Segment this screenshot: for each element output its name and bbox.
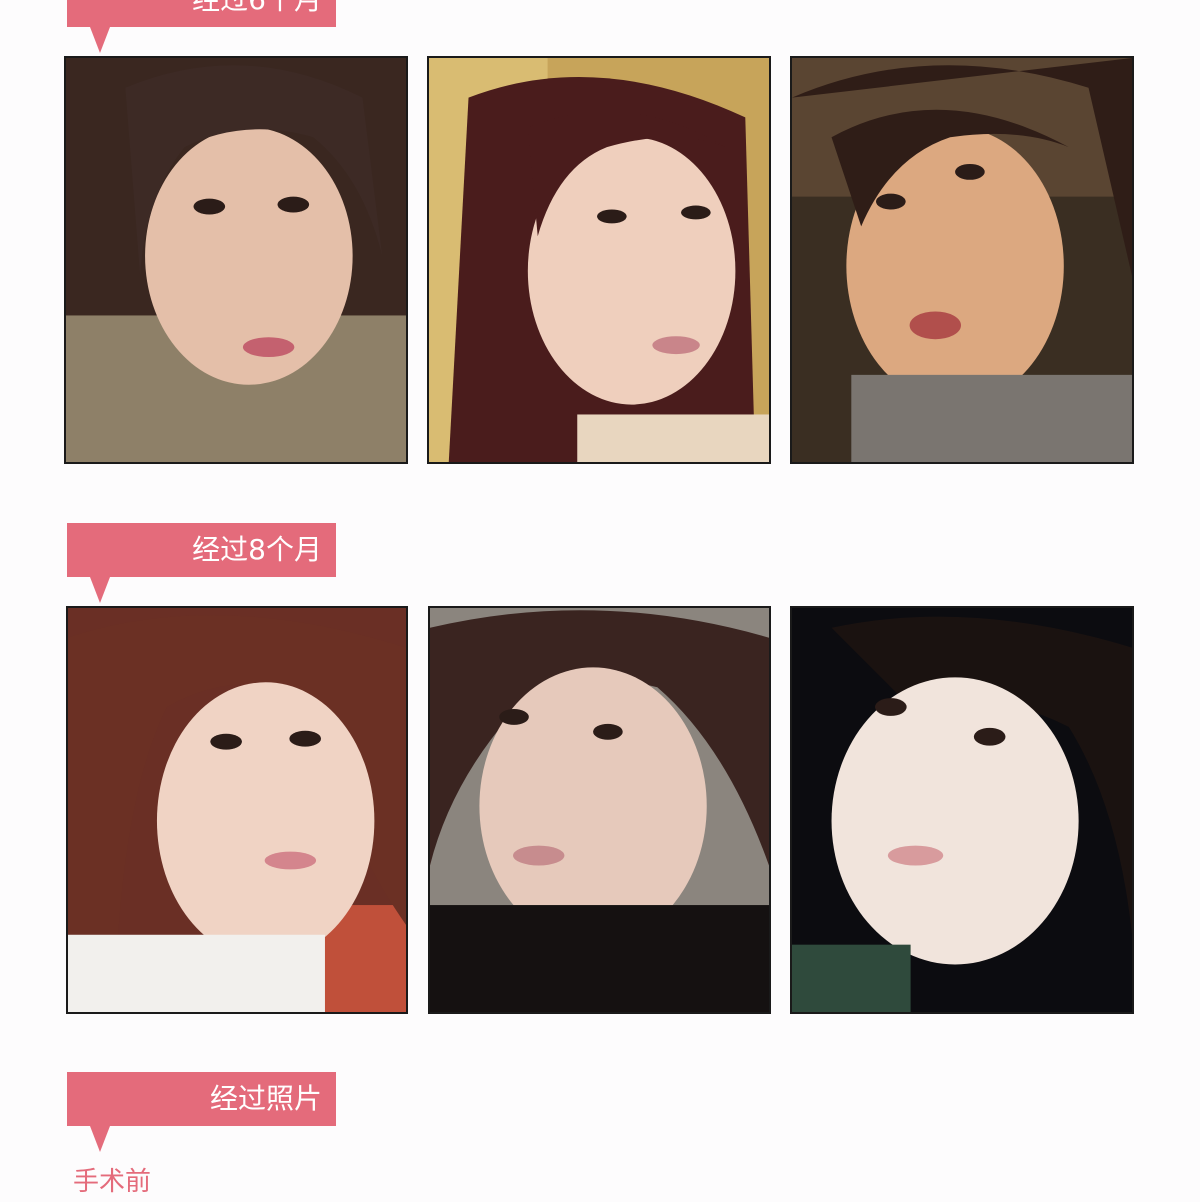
section-tag-6-months: 经过6个月: [67, 0, 336, 27]
before-surgery-caption: 手术前: [73, 1167, 152, 1197]
photo-8-months-2: [428, 606, 771, 1014]
photo-6-months-1: [64, 56, 408, 464]
section-tag-tail: [90, 577, 110, 603]
photo-6-months-2: [427, 56, 771, 464]
section-tag-8-months: 经过8个月: [67, 523, 336, 577]
section-tag-photos: 经过照片: [67, 1072, 336, 1126]
photo-6-months-3: [790, 56, 1134, 464]
section-tag-tail: [90, 1126, 110, 1152]
photo-8-months-3: [790, 606, 1134, 1014]
photo-8-months-1: [66, 606, 408, 1014]
section-tag-tail: [90, 27, 110, 53]
